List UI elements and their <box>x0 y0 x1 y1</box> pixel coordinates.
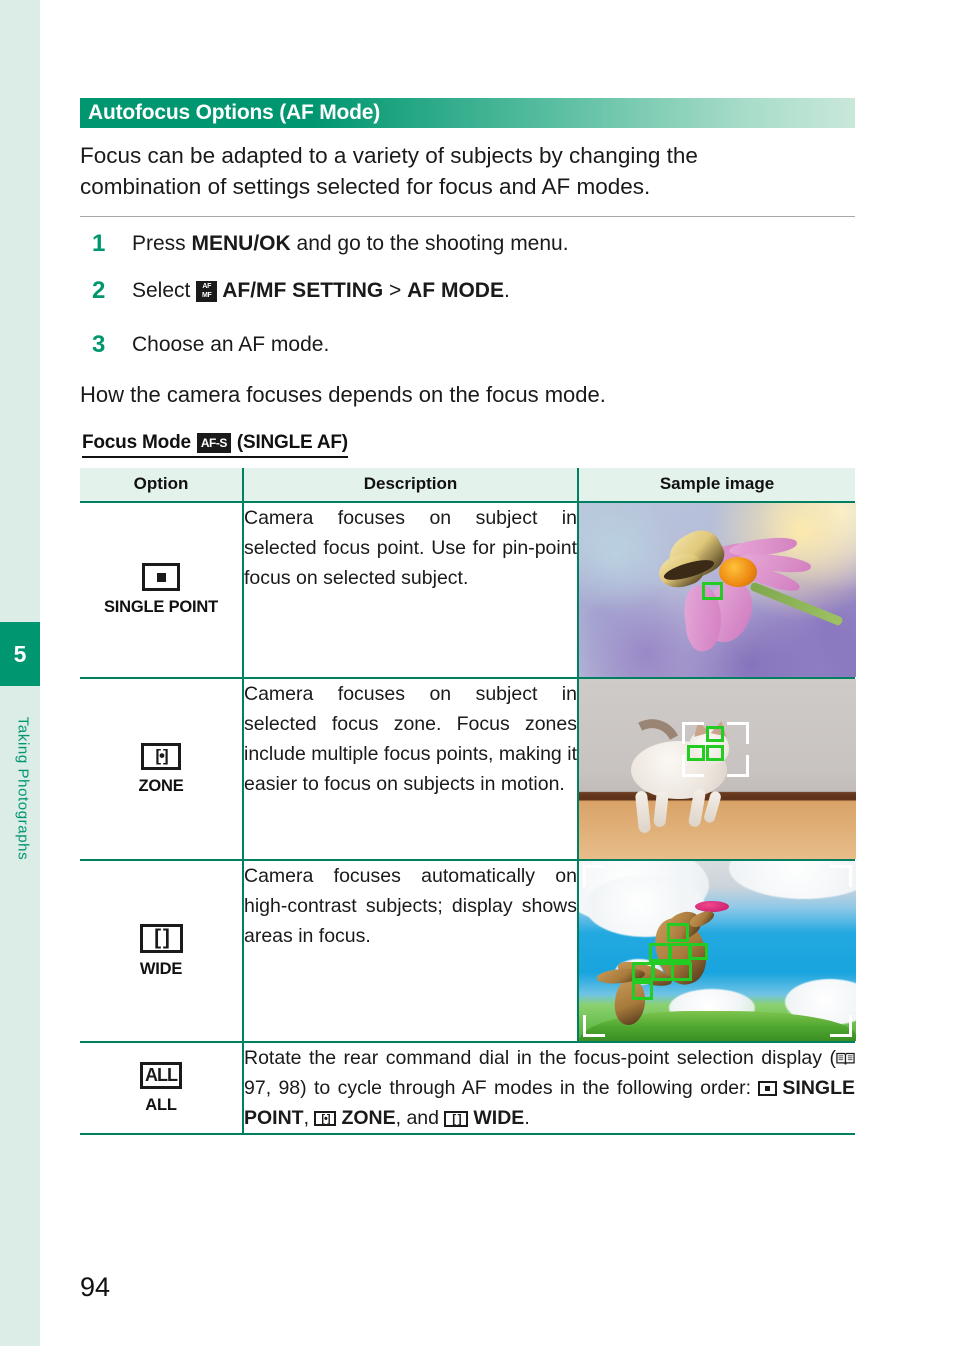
wide-bracket-bottom-right <box>830 1015 852 1037</box>
single-point-icon-inline <box>758 1081 778 1097</box>
book-reference-icon <box>836 1052 855 1065</box>
wide-bracket-top-left <box>583 865 605 887</box>
step-2-separator: > <box>383 279 408 302</box>
af-s-icon: AF-S <box>196 433 231 453</box>
focus-mode-note: How the camera focuses depends on the fo… <box>80 382 606 407</box>
focus-point-square <box>702 582 723 600</box>
af-mode-label: AF MODE <box>407 279 504 302</box>
af-mf-setting-label: AF/MF SETTING <box>222 279 384 302</box>
column-header-description: Description <box>243 468 579 503</box>
focus-mode-label: Focus Mode <box>82 432 191 453</box>
focus-mode-name: (SINGLE AF) <box>236 432 348 453</box>
sample-cell-single-point <box>578 502 856 679</box>
sample-image-butterfly <box>579 503 856 677</box>
option-label-wide: WIDE <box>139 959 183 978</box>
all-page-references: 97, 98 <box>244 1077 301 1099</box>
all-desc-part-1: Rotate the rear command dial in the focu… <box>244 1047 836 1069</box>
wide-icon-wrap: [ ] <box>80 923 242 953</box>
wide-bracket-bottom-left <box>583 1015 605 1037</box>
step-2-number: 2 <box>92 277 106 304</box>
all-desc-end: . <box>524 1107 530 1129</box>
wide-bracket-top-right <box>830 865 852 887</box>
section-header-bar: Autofocus Options (AF Mode) <box>80 98 855 128</box>
zone-icon: [•] <box>141 742 181 770</box>
step-2: 2 Select AF MF AF/MF SETTING > AF MODE. <box>92 277 852 304</box>
step-1-text: Press MENU/OK and go to the shooting men… <box>132 230 852 257</box>
step-1-text-after: and go to the shooting menu. <box>290 232 569 255</box>
all-icon: ALL <box>140 1061 182 1089</box>
option-cell-all: ALL ALL <box>80 1042 244 1135</box>
focus-point-square <box>689 943 708 960</box>
all-icon-wrap: ALL <box>80 1061 242 1089</box>
description-all: Rotate the rear command dial in the focu… <box>243 1042 855 1135</box>
step-3-text: Choose an AF mode. <box>132 333 330 356</box>
flower-center <box>719 557 757 587</box>
focus-point-square <box>669 943 691 962</box>
section-title: Autofocus Options (AF Mode) <box>88 101 381 124</box>
menu-ok-button-label: MENU/OK <box>191 232 291 255</box>
page-number: 94 <box>80 1272 111 1302</box>
step-1-number: 1 <box>92 230 106 257</box>
wide-icon-inline: [ ] <box>444 1110 469 1127</box>
focus-point-square <box>687 745 705 761</box>
zone-icon-inline: [•] <box>314 1111 337 1127</box>
focus-mode-subheading: Focus Mode AF-S (SINGLE AF) <box>82 432 348 458</box>
sample-image-dog <box>579 861 856 1041</box>
all-mode-separator-1: , <box>303 1107 315 1129</box>
description-zone: Camera focuses on subject in selected fo… <box>243 678 579 861</box>
step-1: 1 Press MENU/OK and go to the shooting m… <box>92 230 852 257</box>
option-label-all: ALL <box>145 1095 177 1114</box>
step-3: 3 Choose an AF mode. <box>92 331 852 358</box>
step-1-text-before: Press <box>132 232 192 255</box>
focus-point-square <box>632 962 654 981</box>
sample-cell-wide <box>578 860 856 1043</box>
horizontal-rule <box>80 216 855 217</box>
step-2-text-before: Select <box>132 279 197 302</box>
chapter-title-vertical: Taking Photographs <box>14 716 32 861</box>
sample-image-kitten <box>579 679 856 859</box>
af-mode-table: Option Description Sample image SINGLE P… <box>80 468 856 1135</box>
description-single-point: Camera focuses on subject in selected fo… <box>243 502 579 679</box>
af-mf-icon: AF MF <box>196 280 218 302</box>
intro-paragraph: Focus can be adapted to a variety of sub… <box>80 140 852 202</box>
focus-point-square <box>671 962 692 981</box>
focus-point-square <box>667 923 689 942</box>
option-cell-wide: [ ] WIDE <box>80 860 244 1043</box>
table-header-row: Option Description Sample image <box>80 468 855 503</box>
focus-point-square <box>706 726 724 742</box>
zone-bracket-top-left <box>682 722 704 744</box>
description-wide: Camera focuses automatically on high-con… <box>243 860 579 1043</box>
option-label-single-point: SINGLE POINT <box>103 598 219 616</box>
single-point-icon <box>142 563 180 591</box>
focus-point-square <box>632 981 653 1000</box>
single-point-icon-wrap <box>80 563 242 591</box>
wide-icon: [ ] <box>139 923 183 953</box>
option-cell-single-point: SINGLE POINT <box>80 502 244 679</box>
all-mode-zone: ZONE <box>341 1107 396 1129</box>
option-label-zone: ZONE <box>138 776 184 795</box>
intro-line-2: combination of settings selected for foc… <box>80 174 651 199</box>
frisbee <box>695 901 729 912</box>
focus-point-square <box>649 943 671 962</box>
table-row: SINGLE POINT Camera focuses on subject i… <box>80 502 856 679</box>
table-row: ALL ALL Rotate the rear command dial in … <box>80 1042 855 1135</box>
step-3-number: 3 <box>92 331 106 358</box>
option-cell-zone: [•] ZONE <box>80 678 244 861</box>
step-2-text-after: . <box>503 279 510 302</box>
zone-icon-wrap: [•] <box>80 742 242 770</box>
step-2-text: Select AF MF AF/MF SETTING > AF MODE. <box>132 277 852 304</box>
table-row: [•] ZONE Camera focuses on subject in se… <box>80 678 856 861</box>
all-mode-wide: WIDE <box>473 1107 525 1129</box>
table-row: [ ] WIDE Camera focuses automatically on… <box>80 860 856 1043</box>
chapter-side-tab: 5 Taking Photographs <box>0 0 40 1346</box>
zone-bracket-bottom-right <box>727 755 749 777</box>
all-mode-separator-2: , and <box>395 1107 445 1129</box>
zone-bracket-top-right <box>727 722 749 744</box>
all-desc-part-2: ) to cycle through AF modes in the follo… <box>300 1077 759 1099</box>
sample-cell-zone <box>578 678 856 861</box>
intro-line-1: Focus can be adapted to a variety of sub… <box>80 143 698 168</box>
focus-point-square <box>706 745 724 761</box>
column-header-sample: Sample image <box>578 468 855 503</box>
column-header-option: Option <box>80 468 244 503</box>
